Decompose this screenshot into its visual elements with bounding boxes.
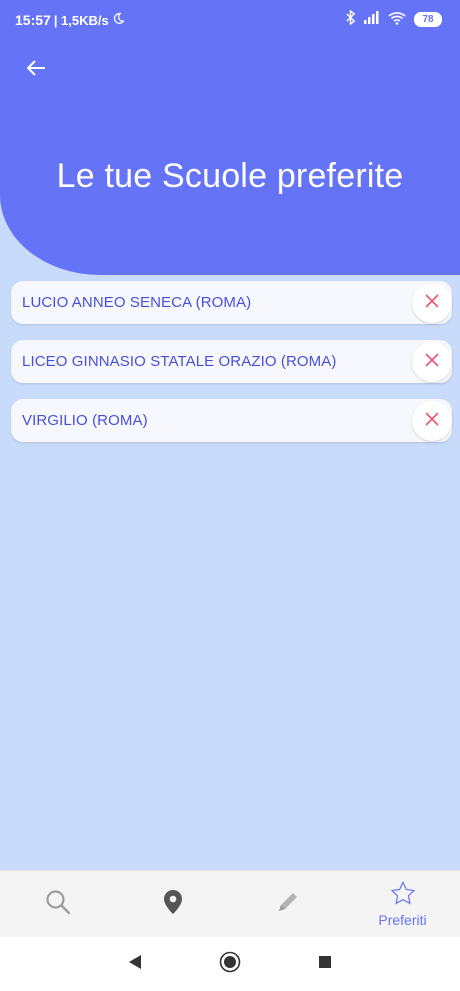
list-item[interactable]: LUCIO ANNEO SENECA (ROMA) [11, 281, 452, 324]
moon-icon [112, 12, 125, 28]
map-pin-icon [163, 889, 183, 920]
close-icon [424, 293, 440, 314]
wifi-icon [388, 11, 406, 28]
school-name: LICEO GINNASIO STATALE ORAZIO (ROMA) [22, 353, 337, 370]
nav-item-map[interactable] [115, 871, 230, 937]
system-recents-button[interactable] [278, 955, 373, 974]
app-bar [0, 40, 460, 100]
system-navigation-bar [0, 937, 460, 991]
remove-favorite-button[interactable] [412, 401, 452, 441]
favorites-list: LUCIO ANNEO SENECA (ROMA) LICEO GINNASIO… [11, 281, 452, 458]
bottom-navigation: Preferiti [0, 870, 460, 937]
search-icon [45, 889, 71, 920]
close-icon [424, 352, 440, 373]
arrow-left-icon [26, 59, 46, 82]
page-header: Le tue Scuole preferite [0, 100, 460, 275]
page-title: Le tue Scuole preferite [56, 157, 404, 195]
bluetooth-icon [345, 9, 356, 28]
school-name: LUCIO ANNEO SENECA (ROMA) [22, 294, 252, 311]
back-button[interactable] [20, 54, 52, 86]
battery-icon: 78 [414, 11, 442, 27]
remove-favorite-button[interactable] [412, 342, 452, 382]
nav-item-edit[interactable] [230, 871, 345, 937]
triangle-back-icon [128, 954, 142, 975]
status-right: 78 [345, 9, 442, 28]
nav-item-preferiti[interactable]: Preferiti [345, 871, 460, 937]
signal-icon [364, 11, 380, 27]
star-icon [390, 880, 416, 910]
remove-favorite-button[interactable] [412, 283, 452, 323]
nav-item-search[interactable] [0, 871, 115, 937]
network-speed: | 1,5KB/s [53, 12, 109, 28]
status-bar: 15:57 | 1,5KB/s 78 [0, 0, 460, 40]
pencil-icon [275, 889, 301, 920]
list-item[interactable]: LICEO GINNASIO STATALE ORAZIO (ROMA) [11, 340, 452, 383]
system-home-button[interactable] [183, 951, 278, 978]
home-circle-icon [219, 951, 241, 978]
status-left: 15:57 | 1,5KB/s [15, 12, 125, 28]
system-back-button[interactable] [88, 954, 183, 975]
nav-label-preferiti: Preferiti [378, 911, 427, 928]
close-icon [424, 411, 440, 432]
status-time: 15:57 [15, 12, 51, 28]
square-recents-icon [318, 955, 332, 974]
list-item[interactable]: VIRGILIO (ROMA) [11, 399, 452, 442]
school-name: VIRGILIO (ROMA) [22, 412, 148, 429]
